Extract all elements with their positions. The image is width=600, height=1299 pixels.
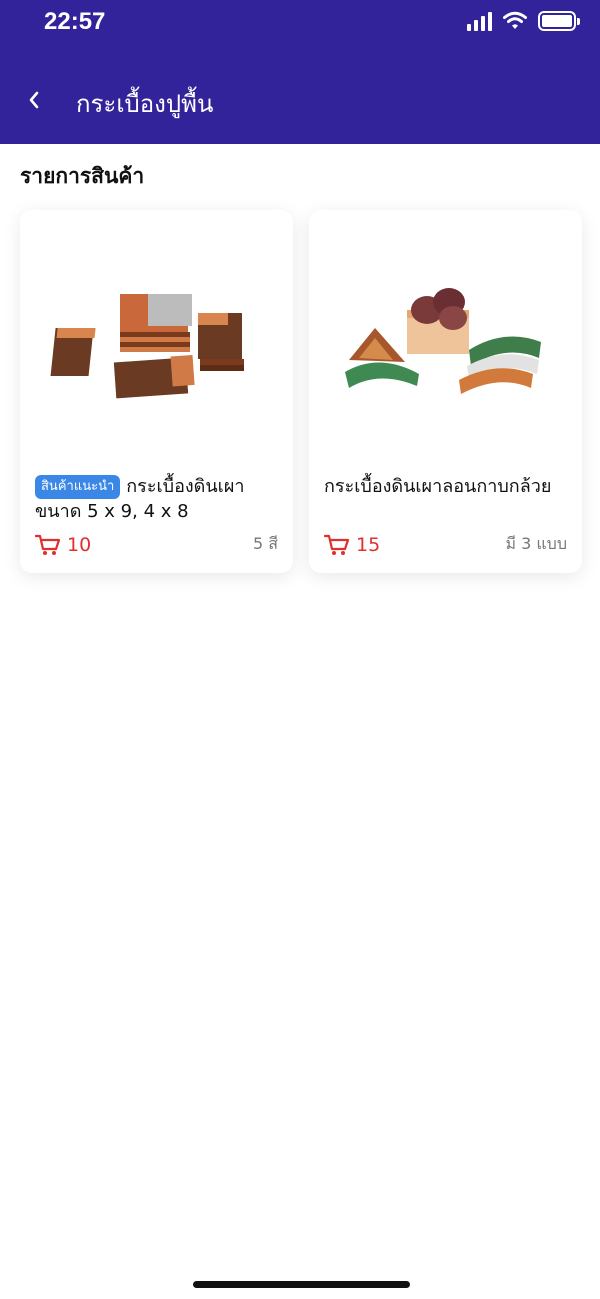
product-name: สินค้าแนะนำ กระเบื้องดินเผาขนาด 5 x 9, 4 … (35, 474, 283, 524)
app-header: 22:57 กระเบื้องปูพื้น (0, 0, 600, 144)
home-indicator[interactable] (193, 1281, 410, 1288)
chevron-left-icon (29, 91, 39, 109)
product-count-value: 10 (67, 533, 92, 556)
status-icons (467, 11, 580, 31)
product-name: กระเบื้องดินเผาลอนกาบกล้วย (324, 474, 572, 499)
product-variant: มี 3 แบบ (505, 534, 567, 553)
recommended-badge: สินค้าแนะนำ (35, 475, 121, 499)
status-time: 22:57 (44, 8, 106, 35)
product-card[interactable]: สินค้าแนะนำ กระเบื้องดินเผาขนาด 5 x 9, 4 … (20, 210, 293, 573)
page-title: กระเบื้องปูพื้น (76, 90, 214, 118)
wifi-icon (503, 11, 527, 29)
cart-icon (35, 534, 61, 555)
product-card[interactable]: กระเบื้องดินเผาลอนกาบกล้วย 15 มี 3 แบบ (309, 210, 582, 573)
section-title: รายการสินค้า (20, 164, 145, 188)
product-count: 10 (35, 534, 91, 556)
product-count: 15 (324, 534, 380, 556)
product-image (50, 294, 244, 399)
product-footer: 15 มี 3 แบบ (324, 532, 567, 557)
product-name-text: กระเบื้องดินเผาลอนกาบกล้วย (324, 476, 552, 497)
cellular-signal-icon (467, 11, 492, 31)
back-button[interactable] (14, 80, 54, 120)
cart-icon (324, 534, 350, 555)
product-footer: 10 5 สี (35, 532, 278, 557)
product-image (345, 288, 541, 394)
product-count-value: 15 (356, 533, 381, 556)
product-variant: 5 สี (252, 534, 278, 553)
battery-icon (538, 11, 580, 31)
